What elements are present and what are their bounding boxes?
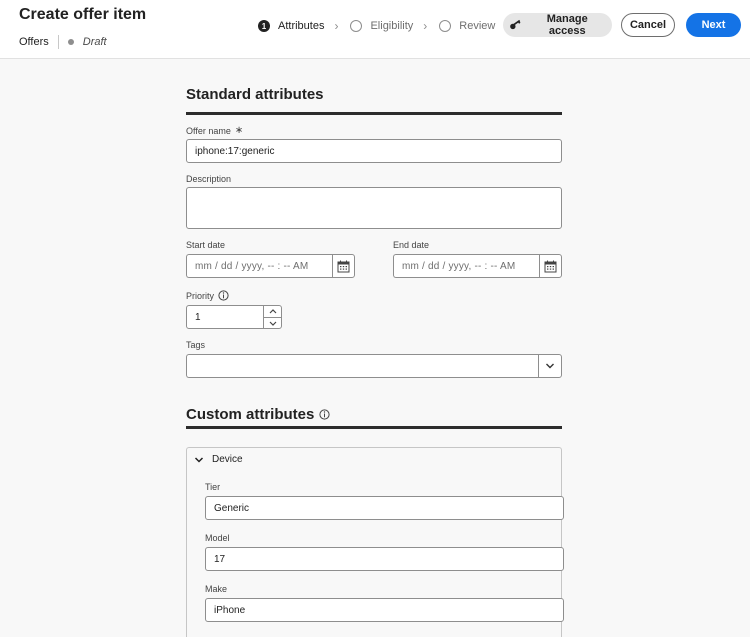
priority-stepper <box>263 305 282 329</box>
cancel-button[interactable]: Cancel <box>621 13 675 37</box>
model-input[interactable]: 17 <box>205 547 564 571</box>
make-label: Make <box>205 584 228 594</box>
custom-attributes-title: Custom attributes <box>186 406 315 423</box>
description-label: Description <box>186 174 232 184</box>
priority-label: Priority <box>186 290 229 301</box>
empty-circle-icon <box>439 20 452 32</box>
page-title: Create offer item <box>19 6 147 23</box>
chevron-down-icon <box>194 456 204 463</box>
manage-access-label: Manage access <box>546 13 588 37</box>
section-divider <box>186 112 562 115</box>
start-date-input[interactable]: mm / dd / yyyy, -- : -- AM <box>186 254 333 278</box>
increment-button[interactable] <box>264 306 281 317</box>
step-label: Review <box>459 20 496 32</box>
description-textarea[interactable] <box>186 187 562 229</box>
offer-name-label-text: Offer name <box>186 125 231 136</box>
status-label: Draft <box>82 36 107 48</box>
step-number-badge: 1 <box>258 20 270 32</box>
breadcrumb-offers-link[interactable]: Offers <box>19 36 49 48</box>
device-accordion-header[interactable]: Device <box>194 454 243 465</box>
decrement-button[interactable] <box>264 317 281 328</box>
chevron-right-icon: › <box>423 19 428 33</box>
status-dot-icon <box>67 39 74 45</box>
standard-attributes-heading: Standard attributes <box>186 86 324 103</box>
chevron-right-icon: › <box>334 19 339 33</box>
info-icon[interactable] <box>218 290 229 301</box>
make-input[interactable]: iPhone <box>205 598 564 622</box>
custom-attributes-heading: Custom attributes <box>186 406 330 423</box>
step-label: Attributes <box>278 20 325 32</box>
top-bar: Create offer item Offers Draft 1 Attribu… <box>0 0 750 59</box>
step-review[interactable]: Review <box>439 20 495 32</box>
start-date-calendar-button[interactable] <box>332 254 355 278</box>
breadcrumb: Offers Draft <box>19 35 107 49</box>
start-date-placeholder: mm / dd / yyyy, -- : -- AM <box>195 260 309 272</box>
device-accordion-title: Device <box>212 454 243 465</box>
chevron-down-icon <box>269 321 276 326</box>
key-icon <box>510 19 521 30</box>
end-date-label: End date <box>393 240 430 250</box>
tier-input[interactable]: Generic <box>205 496 564 520</box>
section-divider <box>186 426 562 429</box>
calendar-icon <box>337 260 350 272</box>
chevron-down-icon <box>546 363 554 369</box>
tags-dropdown-button[interactable] <box>538 354 562 378</box>
step-eligibility[interactable]: Eligibility <box>350 20 413 32</box>
end-date-calendar-button[interactable] <box>539 254 562 278</box>
model-label: Model <box>205 533 230 543</box>
step-label: Eligibility <box>370 20 414 32</box>
breadcrumb-divider <box>57 35 59 49</box>
required-asterisk-icon: ∗ <box>234 125 244 136</box>
tier-label: Tier <box>205 482 221 492</box>
end-date-input[interactable]: mm / dd / yyyy, -- : -- AM <box>393 254 540 278</box>
info-icon[interactable] <box>319 409 330 420</box>
step-indicator: 1 Attributes › Eligibility › Review <box>258 17 495 35</box>
priority-label-text: Priority <box>186 290 215 301</box>
offer-name-label: Offer name ∗ <box>186 125 243 136</box>
tags-combobox-input[interactable] <box>186 354 539 378</box>
tags-label: Tags <box>186 340 206 350</box>
calendar-icon <box>544 260 557 272</box>
start-date-label: Start date <box>186 240 226 250</box>
chevron-up-icon <box>269 309 276 314</box>
step-attributes[interactable]: 1 Attributes <box>258 20 324 32</box>
manage-access-button[interactable]: Manage access <box>503 13 612 37</box>
end-date-placeholder: mm / dd / yyyy, -- : -- AM <box>402 260 516 272</box>
next-button[interactable]: Next <box>686 13 741 37</box>
priority-input[interactable]: 1 <box>186 305 264 329</box>
empty-circle-icon <box>350 20 363 32</box>
offer-name-input[interactable]: iphone:17:generic <box>186 139 562 163</box>
